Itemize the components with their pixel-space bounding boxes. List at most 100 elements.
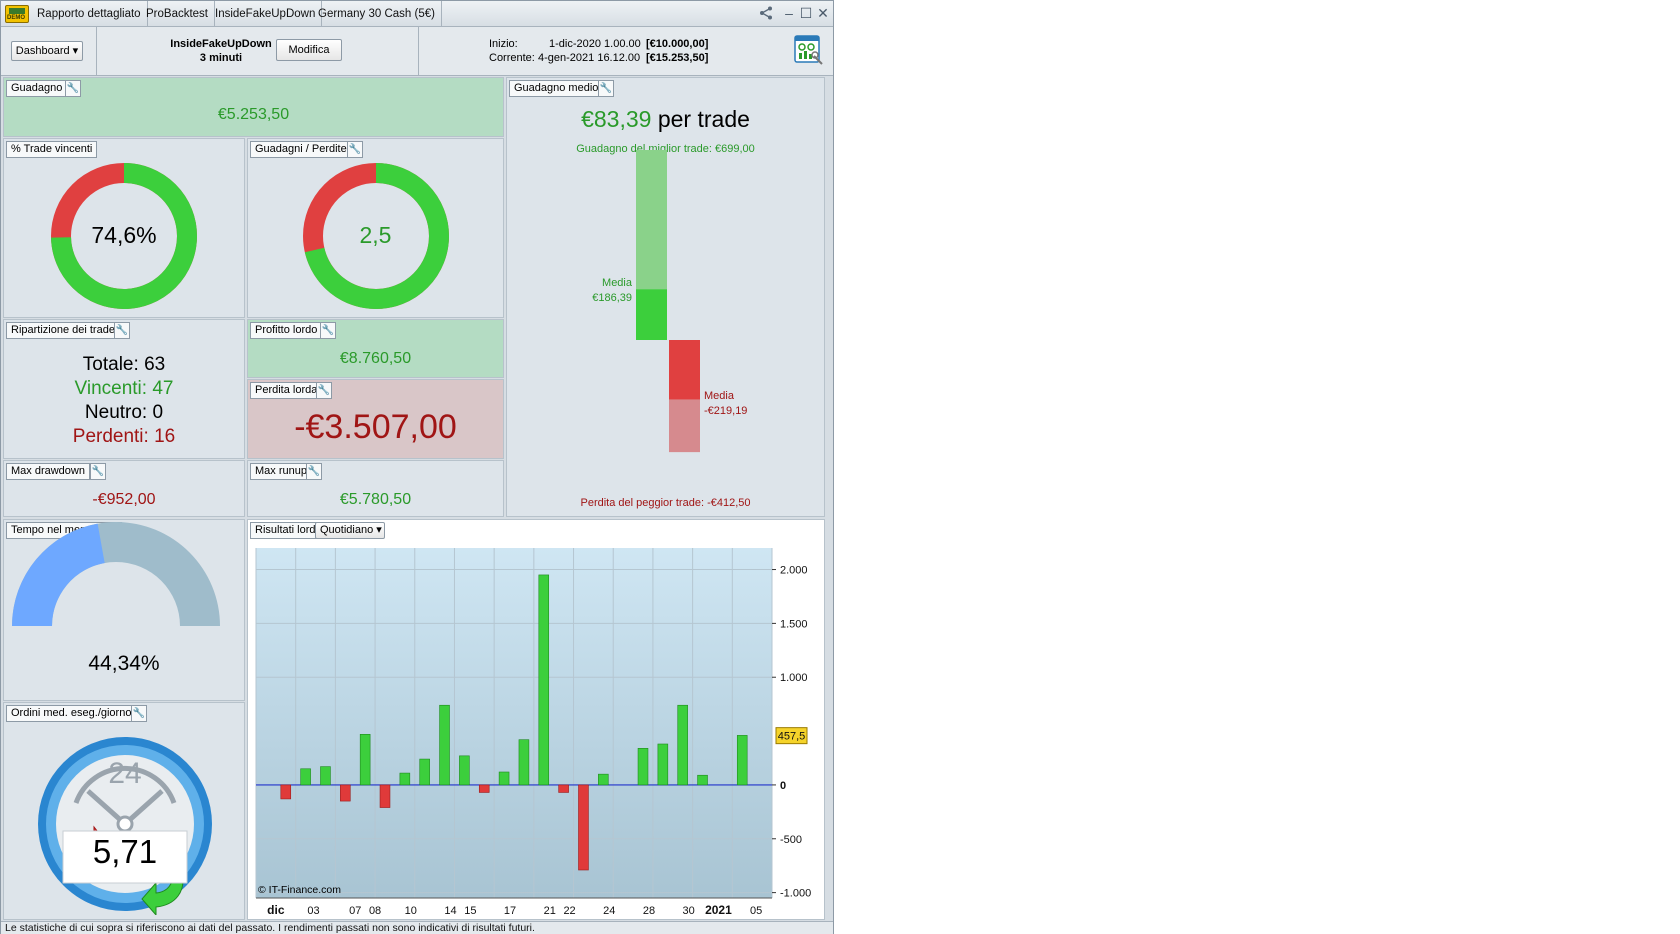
max-runup-value: €5.780,50	[339, 491, 412, 508]
wrench-icon[interactable]: 🔧	[90, 463, 106, 480]
gain-loss-label: Guadagni / Perdite	[250, 141, 352, 158]
maximize-icon[interactable]: ☐	[798, 5, 814, 21]
x-tick-label: 2021	[705, 903, 732, 917]
demo-logo-icon: DEMO	[5, 5, 29, 23]
x-tick-label: 30	[683, 905, 695, 917]
bar	[578, 784, 589, 871]
panel-orders-per-day: Ordini med. eseg./giorno 🔧 24 5,71	[3, 702, 245, 920]
wrench-icon[interactable]: 🔧	[320, 322, 336, 339]
win-pct-value: 74,6%	[91, 222, 157, 248]
value-marker-label: 457,5	[778, 731, 806, 743]
x-tick-label: 07	[349, 905, 361, 917]
modify-button[interactable]: Modifica	[276, 39, 342, 61]
dashboard-label: Dashboard	[15, 45, 70, 57]
bar	[518, 739, 530, 786]
panel-max-runup: Max runup 🔧 €5.780,50	[247, 460, 504, 517]
bar	[280, 784, 292, 800]
wrench-icon[interactable]: 🔧	[114, 322, 130, 339]
y-tick-label: 2.000	[780, 565, 808, 577]
current-label: Corrente:	[489, 52, 535, 64]
tab-strategy[interactable]: InsideFakeUpDown	[209, 1, 323, 27]
bar	[478, 784, 490, 793]
max-runup-label: Max runup	[250, 463, 312, 480]
dial-label: 24	[108, 757, 142, 790]
guadagno-value: €5.253,50	[217, 106, 290, 123]
x-tick-label: 22	[563, 905, 575, 917]
tab-probacktest[interactable]: ProBacktest	[140, 1, 215, 27]
bar	[637, 748, 649, 786]
share-icon[interactable]	[758, 5, 774, 21]
breakdown-list: Totale: 63 Vincenti: 47 Neutro: 0 Perden…	[4, 353, 244, 449]
report-settings-icon[interactable]	[794, 34, 824, 66]
wrench-icon[interactable]: 🔧	[316, 382, 332, 399]
panel-guadagno-medio: Guadagno medio 🔧 €83,39 per trade Guadag…	[506, 77, 825, 517]
panel-time-in-market: Tempo nel mercato 🔧 44,34%	[3, 519, 245, 701]
y-tick-label: 0	[780, 780, 786, 792]
orders-per-day-label: Ordini med. eseg./giorno	[6, 705, 137, 722]
worst-trade-bar	[669, 399, 700, 453]
avg-win-bar	[636, 289, 667, 340]
bar	[697, 774, 708, 786]
gross-profit-value: €8.760,50	[339, 350, 412, 367]
tab-bar: DEMO Rapporto dettagliato ProBacktest In…	[1, 1, 833, 27]
avg-win-label: Media	[602, 277, 632, 290]
breakdown-win: Vincenti: 47	[74, 378, 174, 399]
report-header: Dashboard ▾ InsideFakeUpDown 3 minuti Mo…	[1, 27, 833, 76]
bar	[498, 771, 510, 786]
wrench-icon[interactable]: 🔧	[65, 80, 81, 97]
x-tick-label: 24	[603, 905, 615, 917]
bar	[558, 784, 569, 793]
gross-results-chart: 2.000 1.500 1.000 0 -500 -1.000 dic 03 07 08 10 14 1…	[255, 548, 811, 917]
y-tick-label: 1.000	[780, 672, 808, 684]
bar	[300, 768, 311, 786]
bar	[379, 784, 391, 808]
wrench-icon[interactable]: 🔧	[131, 705, 147, 722]
bar	[419, 758, 430, 786]
wrench-icon[interactable]: 🔧	[306, 463, 322, 480]
orders-per-day-value: 5,71	[92, 833, 158, 870]
panel-guadagno: Guadagno 🔧 €5.253,50	[3, 77, 504, 137]
avg-win-annotation: Media €186,39	[587, 277, 632, 304]
avg-gain-bars	[636, 150, 700, 453]
max-drawdown-label: Max drawdown	[6, 463, 90, 480]
time-in-market-value: 44,34%	[88, 652, 160, 675]
close-icon[interactable]: ✕	[815, 5, 831, 21]
x-tick-label: dic	[267, 903, 285, 917]
avg-loss-value: -€219,19	[704, 404, 748, 417]
bar	[598, 773, 609, 786]
avg-loss-annotation: Media -€219,19	[704, 390, 747, 417]
bar	[439, 704, 450, 786]
start-capital: [€10.000,00]	[646, 38, 709, 50]
y-tick-label: -1.000	[780, 888, 811, 900]
gain-loss-value: 2,5	[359, 222, 392, 248]
x-tick-label: 15	[464, 905, 476, 917]
current-capital: [€15.253,50]	[646, 52, 709, 64]
strategy-timeframe: 3 minuti	[199, 52, 243, 64]
panel-max-drawdown: Max drawdown 🔧 -€952,00	[3, 460, 245, 517]
gauge-fill-arc	[12, 523, 105, 626]
minimize-icon[interactable]: –	[781, 5, 797, 21]
panel-gross-results: Risultati lordi Quotidiano ▾ 2.000 1.500 1…	[247, 519, 825, 920]
wrench-icon[interactable]: 🔧	[347, 141, 363, 158]
bar	[677, 704, 688, 786]
panel-gross-profit: Profitto lordo 🔧 €8.760,50	[247, 319, 504, 378]
win-pct-label: % Trade vincenti	[6, 141, 98, 158]
bar	[359, 734, 371, 786]
current-date: 4-gen-2021 16.12.00	[538, 52, 641, 64]
breakdown-label: Ripartizione dei trade	[6, 322, 120, 339]
x-tick-label: 10	[405, 905, 417, 917]
panel-win-pct: % Trade vincenti 74,6%	[3, 138, 245, 318]
disclaimer-footer: Le statistiche di cui sopra si riferisco…	[1, 921, 833, 934]
plot-area	[256, 548, 772, 898]
worst-trade-label: Perdita del peggior trade: -€412,50	[580, 497, 751, 509]
avg-win-value: €186,39	[592, 292, 632, 305]
tab-instrument[interactable]: Germany 30 Cash (5€)	[312, 1, 442, 27]
bar	[340, 784, 351, 802]
breakdown-loss: Perdenti: 16	[72, 426, 176, 447]
chevron-down-icon: ▾	[72, 45, 79, 57]
dashboard-dropdown[interactable]: Dashboard ▾	[11, 41, 83, 61]
bar	[320, 766, 331, 786]
panel-breakdown: Ripartizione dei trade 🔧 Totale: 63 Vinc…	[3, 319, 245, 459]
x-tick-label: 05	[750, 905, 762, 917]
tab-rapporto-dettagliato[interactable]: Rapporto dettagliato	[31, 1, 148, 27]
